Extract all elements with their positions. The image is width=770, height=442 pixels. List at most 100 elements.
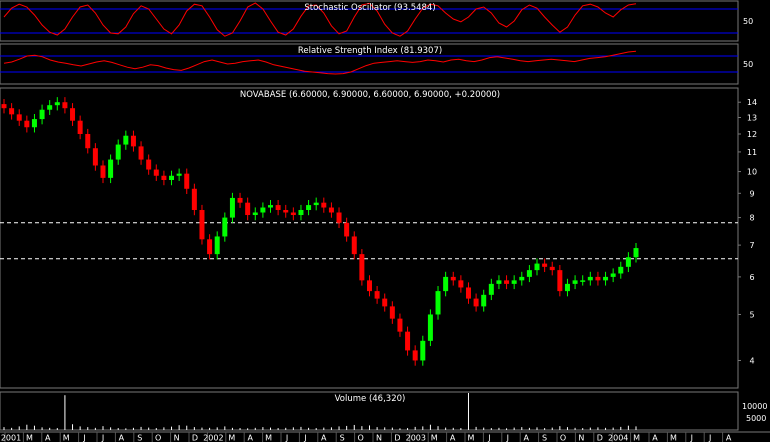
date-tick-label: S: [542, 434, 547, 442]
price-tick-label: 8: [749, 214, 754, 223]
candle-down: [504, 280, 510, 284]
candle-down: [359, 254, 365, 281]
candle-up: [222, 217, 228, 237]
stochastic-panel: Stochastic Oscillator (93.5484) 50: [0, 0, 753, 42]
candle-up: [123, 135, 129, 145]
date-tick-label: S: [137, 434, 142, 442]
candle-down: [465, 287, 471, 299]
date-tick-label: M: [63, 434, 70, 442]
date-tick-label: J: [708, 434, 711, 442]
date-tick-label: J: [285, 434, 288, 442]
candle-down: [24, 120, 30, 128]
candle-down: [595, 276, 601, 281]
candle-down: [382, 298, 388, 307]
candle-up: [511, 280, 517, 284]
date-tick-label: M: [468, 434, 475, 442]
candle-down: [389, 306, 395, 319]
date-tick-label: S: [340, 434, 345, 442]
candle-down: [16, 114, 22, 121]
candle-down: [199, 209, 205, 240]
price-tick-label: 14: [747, 98, 757, 107]
candle-down: [153, 169, 159, 176]
candle-down: [374, 291, 380, 299]
date-tick-label: D: [192, 434, 198, 442]
candle-down: [207, 239, 213, 255]
candle-down: [542, 263, 548, 267]
candle-down: [9, 108, 15, 115]
rsi-title: Relative Strength Index (81.9307): [298, 46, 442, 56]
date-tick-label: A: [321, 434, 327, 442]
date-tick-label: A: [119, 434, 125, 442]
candle-down: [146, 159, 152, 170]
panel-frame: [0, 87, 739, 389]
candle-up: [580, 280, 586, 282]
date-tick-label: D: [597, 434, 603, 442]
candle-up: [625, 257, 631, 267]
date-tick-label: O: [357, 434, 363, 442]
volume-title: Volume (46,320): [335, 394, 406, 404]
date-tick-label: M: [228, 434, 235, 442]
date-tick-label: D: [394, 434, 400, 442]
candle-down: [275, 205, 281, 210]
candle-up: [610, 273, 616, 277]
candle-up: [534, 263, 540, 271]
date-tick-label: O: [155, 434, 161, 442]
rsi-panel: Relative Strength Index (81.9307) 50: [0, 43, 753, 85]
candle-up: [587, 276, 593, 281]
candle-down: [328, 207, 334, 213]
date-tick-label: O: [560, 434, 566, 442]
candle-down: [161, 175, 167, 180]
date-tick-label: J: [82, 434, 85, 442]
price-tick-label: 13: [747, 113, 757, 122]
date-tick-label: 2004: [608, 434, 628, 442]
date-tick-label: A: [726, 434, 732, 442]
candle-down: [412, 350, 418, 361]
volume-panel: Volume (46,320) 10000 5000: [0, 391, 767, 431]
stochastic-tick-label: 50: [743, 17, 753, 26]
candle-up: [572, 280, 578, 284]
candle-down: [351, 236, 357, 255]
price-tick-label: 11: [747, 148, 757, 157]
date-tick-label: M: [265, 434, 272, 442]
price-tick-label: 10: [747, 168, 757, 177]
candle-up: [176, 173, 182, 176]
candle-up: [260, 207, 266, 213]
candle-down: [85, 133, 91, 149]
date-tick-label: J: [506, 434, 509, 442]
candle-up: [268, 205, 274, 208]
candle-up: [443, 276, 449, 292]
candle-up: [420, 340, 426, 361]
price-tick-label: 4: [749, 356, 754, 365]
date-tick-label: A: [450, 434, 456, 442]
candle-up: [169, 175, 175, 180]
candle-down: [100, 165, 106, 178]
candle-down: [557, 270, 563, 292]
date-tick-label: A: [652, 434, 658, 442]
candle-down: [549, 266, 555, 271]
candle-down: [92, 148, 98, 166]
candle-up: [214, 236, 220, 255]
date-tick-label: A: [247, 434, 253, 442]
date-tick-label: M: [670, 434, 677, 442]
volume-tick-label: 5000: [746, 414, 766, 423]
candle-down: [245, 202, 251, 216]
candle-down: [1, 104, 7, 109]
rsi-tick-label: 50: [743, 60, 753, 69]
candle-up: [306, 205, 312, 210]
candle-down: [70, 108, 76, 121]
price-title: NOVABASE (6.60000, 6.90000, 6.60000, 6.9…: [240, 90, 500, 100]
candle-up: [519, 276, 525, 281]
candle-down: [130, 135, 136, 147]
candle-up: [481, 294, 487, 307]
candle-up: [496, 280, 502, 284]
candle-up: [39, 109, 45, 120]
date-tick-label: N: [376, 434, 382, 442]
candle-down: [366, 280, 372, 292]
candle-up: [526, 270, 532, 277]
candle-down: [321, 202, 327, 208]
date-tick-label: 2001: [1, 434, 21, 442]
candle-up: [603, 276, 609, 281]
date-tick-label: 2003: [406, 434, 426, 442]
candle-up: [618, 266, 624, 274]
price-tick-label: 5: [749, 310, 754, 319]
